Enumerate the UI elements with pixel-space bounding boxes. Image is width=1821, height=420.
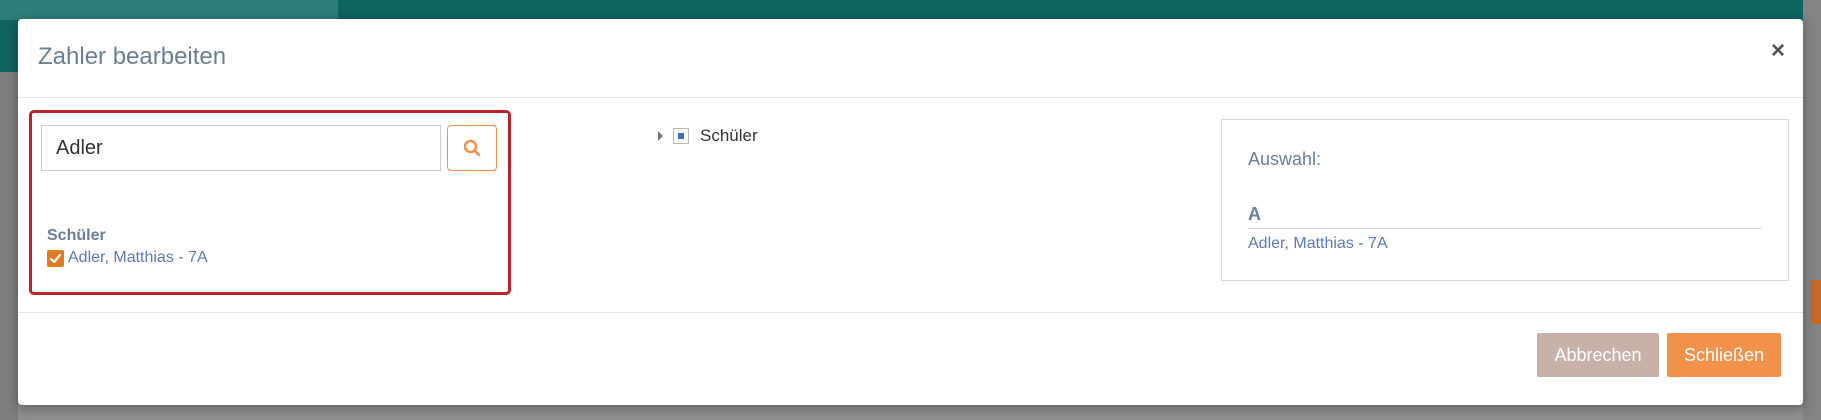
search-button[interactable] [447,125,497,171]
result-group-label: Schüler [47,227,106,244]
edit-payer-dialog: Zahler bearbeiten × Schüler Adler, Matth… [18,19,1803,405]
close-button[interactable]: Schließen [1667,333,1781,377]
close-icon[interactable]: × [1771,39,1785,63]
background-orange-button [1811,280,1821,324]
search-input[interactable] [41,125,441,171]
cancel-button[interactable]: Abbrechen [1537,333,1659,377]
tree-node-label[interactable]: Schüler [700,126,758,146]
background-left-strip [0,72,18,420]
result-item[interactable]: Adler, Matthias - 7A [47,249,208,267]
background-right-strip [1803,0,1821,420]
partial-check-icon [678,133,684,139]
checkbox-checked-icon[interactable] [47,249,64,267]
dialog-header: Zahler bearbeiten × [18,19,1803,98]
selection-heading: Auswahl: [1248,149,1322,169]
tree-node-students: Schüler [658,126,758,146]
background-tab [0,0,338,20]
result-item-label[interactable]: Adler, Matthias - 7A [68,249,208,267]
tree-checkbox[interactable] [673,128,689,144]
search-icon [463,139,481,157]
selection-letter-group: A [1248,204,1762,229]
search-panel: Schüler Adler, Matthias - 7A [29,110,511,295]
selection-panel: Auswahl: A Adler, Matthias - 7A [1221,119,1789,281]
dialog-footer: Abbrechen Schließen [18,312,1803,406]
selection-item[interactable]: Adler, Matthias - 7A [1248,235,1388,253]
dialog-title: Zahler bearbeiten [38,43,227,70]
expand-arrow-icon[interactable] [658,131,663,141]
